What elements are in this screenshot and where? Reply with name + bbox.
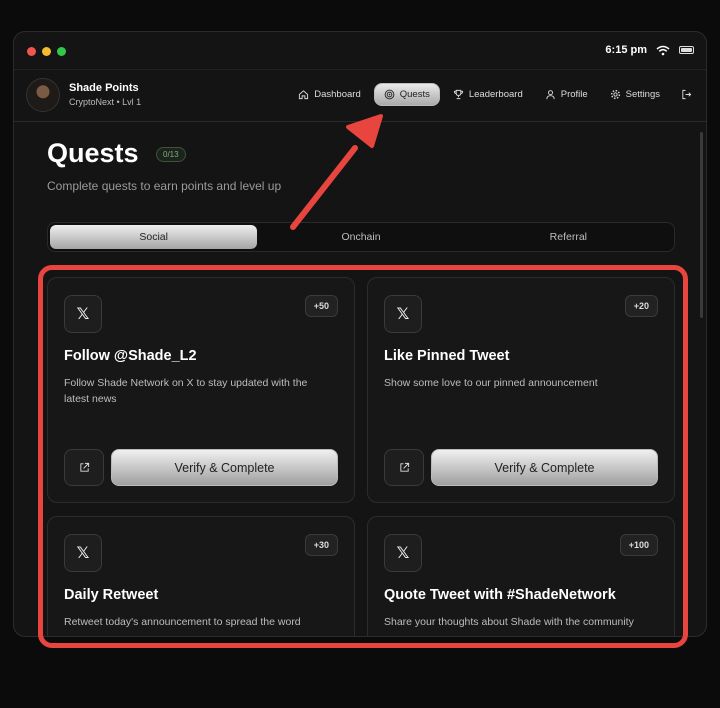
quest-title: Daily Retweet (64, 587, 159, 603)
logout-button[interactable] (673, 84, 696, 105)
quest-description: Show some love to our pinned announcemen… (384, 377, 598, 389)
system-status: 6:15 pm (605, 44, 694, 56)
nav-dashboard-label: Dashboard (314, 89, 361, 100)
minimize-window-button[interactable] (42, 47, 51, 56)
user-name: Shade Points (69, 82, 139, 94)
battery-icon (679, 46, 694, 54)
quest-description: Retweet today's announcement to spread t… (64, 616, 301, 628)
nav-settings[interactable]: Settings (601, 84, 669, 105)
nav-settings-label: Settings (625, 89, 660, 100)
nav-profile[interactable]: Profile (536, 84, 597, 105)
points-badge: +100 (619, 534, 658, 556)
gear-icon (610, 89, 620, 100)
user-info: Shade Points CryptoNext • Lvl 1 (69, 82, 141, 107)
nav-quests-label: Quests (399, 89, 430, 100)
nav-quests[interactable]: Quests (373, 83, 440, 106)
quest-description: Follow Shade Network on X to stay update… (64, 377, 308, 405)
close-window-button[interactable] (27, 47, 36, 56)
tab-referral[interactable]: Referral (465, 225, 672, 249)
quest-title: Like Pinned Tweet (384, 348, 510, 364)
top-navbar: Shade Points CryptoNext • Lvl 1 Dashboar… (14, 70, 706, 122)
page-title: Quests (47, 138, 139, 168)
trophy-icon (453, 89, 463, 100)
clock: 6:15 pm (605, 44, 647, 56)
quest-title: Follow @Shade_L2 (64, 348, 197, 364)
external-link-icon (79, 462, 89, 472)
nav-leaderboard[interactable]: Leaderboard (444, 84, 532, 105)
quest-category-tabs: Social Onchain Referral (47, 222, 675, 252)
verify-complete-button[interactable]: Verify & Complete (111, 449, 338, 486)
logout-icon (682, 89, 692, 100)
x-logo-icon: 𝕏 (64, 534, 102, 572)
open-link-button[interactable] (384, 449, 424, 486)
home-icon (299, 90, 309, 100)
maximize-window-button[interactable] (57, 47, 66, 56)
tab-social[interactable]: Social (50, 225, 258, 249)
quest-description: Share your thoughts about Shade with the… (384, 616, 634, 628)
points-badge: +20 (624, 295, 658, 317)
open-link-button[interactable] (64, 449, 104, 486)
target-icon (384, 89, 395, 100)
nav-leaderboard-label: Leaderboard (468, 89, 523, 100)
verify-complete-button[interactable]: Verify & Complete (431, 449, 658, 486)
user-level: CryptoNext • Lvl 1 (69, 97, 142, 107)
main-nav: Dashboard Quests Leaderboard Profile Set… (289, 83, 696, 106)
quest-title: Quote Tweet with #ShadeNetwork (384, 587, 616, 603)
quest-card: 𝕏 +100 Quote Tweet with #ShadeNetwork Sh… (367, 516, 675, 636)
points-badge: +30 (304, 534, 338, 556)
quest-card: 𝕏 +20 Like Pinned Tweet Show some love t… (367, 277, 675, 503)
app-window: 6:15 pm Shade Points CryptoNext • Lvl 1 … (13, 31, 707, 637)
page-subtitle: Complete quests to earn points and level… (47, 179, 282, 193)
scrollbar[interactable] (700, 132, 703, 318)
x-logo-icon: 𝕏 (384, 534, 422, 572)
quest-card: 𝕏 +50 Follow @Shade_L2 Follow Shade Netw… (47, 277, 355, 503)
x-logo-icon: 𝕏 (64, 295, 102, 333)
avatar[interactable] (26, 78, 60, 112)
tab-onchain[interactable]: Onchain (257, 225, 464, 249)
points-badge: +50 (304, 295, 338, 317)
x-logo-icon: 𝕏 (384, 295, 422, 333)
external-link-icon (399, 462, 409, 472)
user-icon (546, 90, 555, 100)
main-content: Quests 0/13 Complete quests to earn poin… (14, 122, 706, 636)
nav-dashboard[interactable]: Dashboard (289, 84, 369, 105)
quest-card: 𝕏 +30 Daily Retweet Retweet today's anno… (47, 516, 355, 636)
quest-progress-badge: 0/13 (156, 147, 186, 162)
nav-profile-label: Profile (560, 89, 588, 100)
title-bar: 6:15 pm (14, 32, 706, 70)
wifi-icon (656, 45, 670, 55)
